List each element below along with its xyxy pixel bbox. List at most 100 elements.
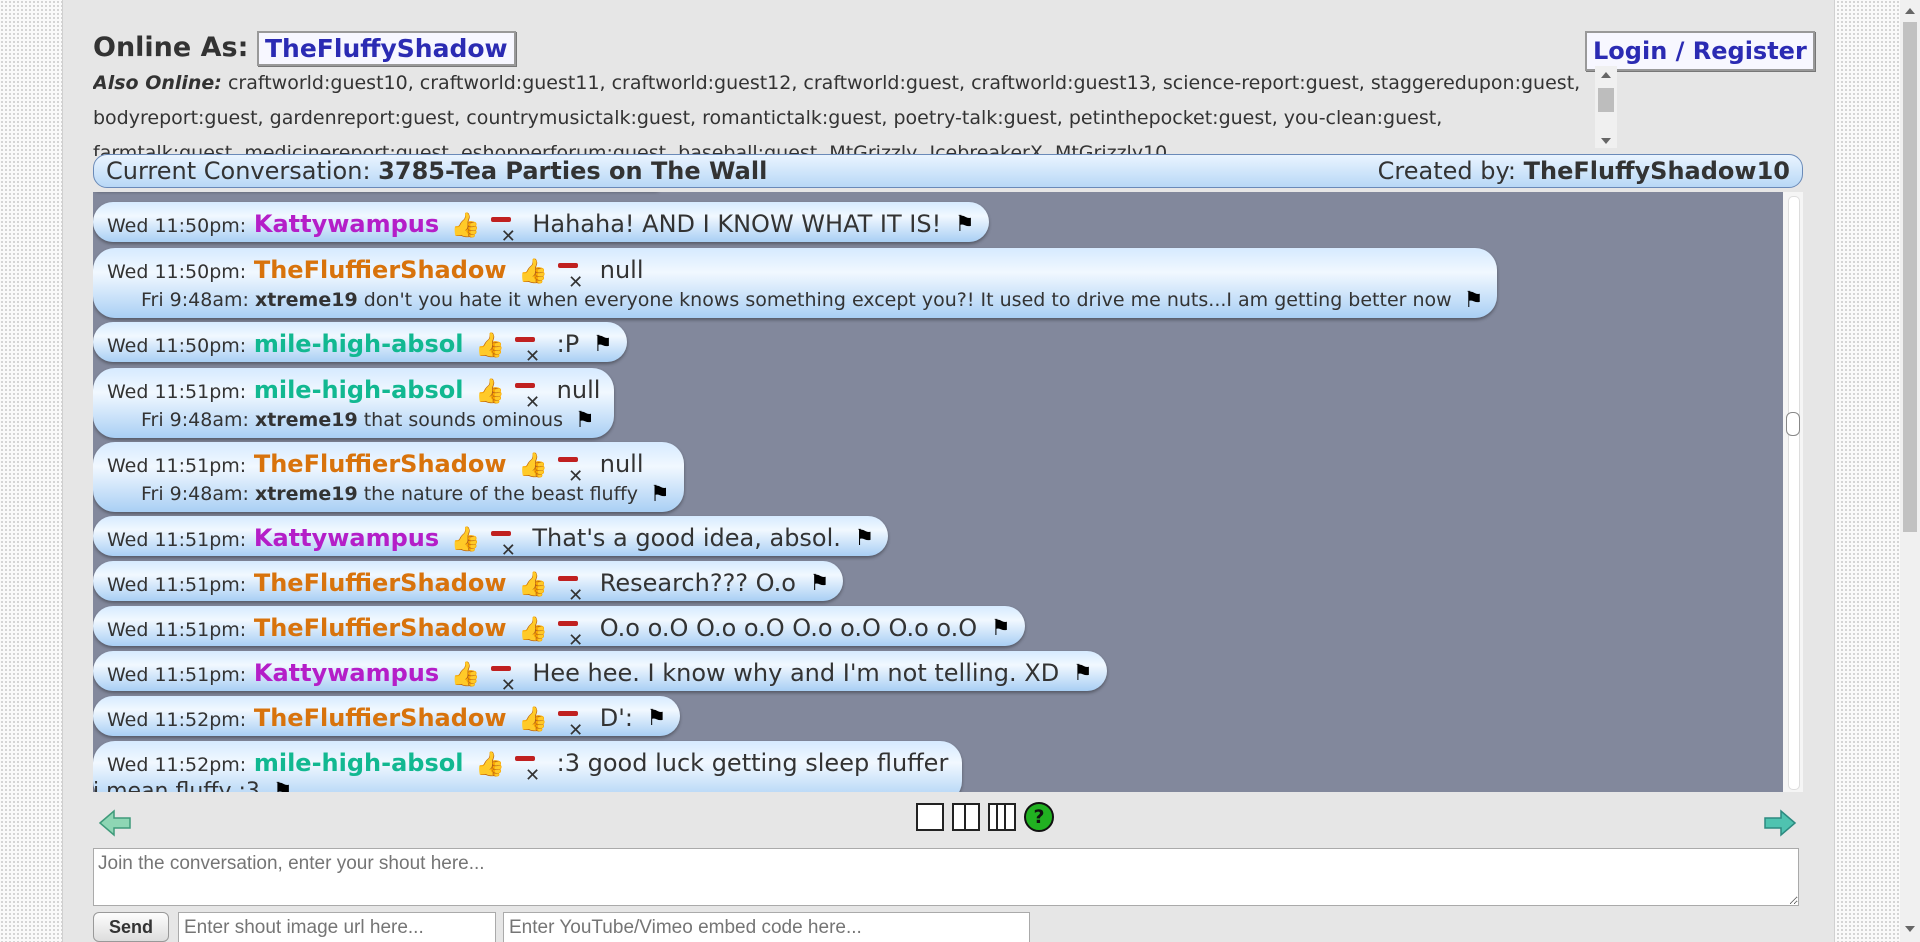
previous-arrow-icon[interactable] <box>98 808 132 838</box>
created-by-label: Created by: <box>1377 157 1517 185</box>
thumbs-up-icon[interactable]: 👍 <box>451 203 481 247</box>
scroll-thumb[interactable] <box>1598 88 1614 112</box>
pin-icon[interactable] <box>489 213 521 259</box>
message-text: Research??? O.o <box>599 569 796 597</box>
page-scroll-up-icon[interactable] <box>1905 8 1915 14</box>
reply-text: the nature of the beast fluffy <box>363 483 638 505</box>
message-time: Wed 11:51pm: <box>107 619 247 641</box>
message: Wed 11:51pm: Kattywampus 👍 Hee hee. I kn… <box>93 651 1107 708</box>
conversation-creator-group: Created by: TheFluffyShadow10 <box>1378 157 1790 185</box>
also-online-users: craftworld:guest10, craftworld:guest11, … <box>93 72 1581 156</box>
thumbs-up-icon[interactable]: 👍 <box>518 443 548 487</box>
pin-icon[interactable] <box>556 572 588 618</box>
message-time: Wed 11:51pm: <box>107 664 247 686</box>
message-time: Wed 11:50pm: <box>107 261 247 283</box>
pin-icon[interactable] <box>513 752 545 792</box>
thumbs-up-icon[interactable]: 👍 <box>518 562 548 606</box>
layout-toolbar: ? <box>916 802 1054 832</box>
flag-icon[interactable]: ⚑ <box>955 203 975 247</box>
pin-icon[interactable] <box>556 707 588 753</box>
online-user-button[interactable]: TheFluffyShadow <box>257 31 516 66</box>
message: Wed 11:50pm: TheFluffierShadow 👍 null Fr… <box>93 248 1498 318</box>
video-embed-input[interactable] <box>503 912 1030 942</box>
page-scroll-thumb[interactable] <box>1903 22 1917 532</box>
thumbs-up-icon[interactable]: 👍 <box>451 652 481 696</box>
thumbs-up-icon[interactable]: 👍 <box>475 742 505 786</box>
thumbs-up-icon[interactable]: 👍 <box>451 517 481 561</box>
message-user[interactable]: Kattywampus <box>254 524 439 552</box>
message-text: null <box>556 376 601 404</box>
thumbs-up-icon[interactable]: 👍 <box>518 607 548 651</box>
message-text: :P <box>556 330 580 358</box>
message-time: Wed 11:51pm: <box>107 381 247 403</box>
send-button[interactable]: Send <box>93 912 169 942</box>
message: Wed 11:52pm: TheFluffierShadow 👍 D': ⚑ <box>93 696 681 753</box>
scroll-down-arrow-icon[interactable] <box>1601 138 1611 144</box>
message-user[interactable]: TheFluffierShadow <box>254 614 507 642</box>
page-scroll-down-icon[interactable] <box>1905 926 1915 932</box>
flag-icon[interactable]: ⚑ <box>991 607 1011 651</box>
page-scrollbar[interactable] <box>1900 0 1920 942</box>
message-continuation: i mean fluffy :3 <box>93 779 260 793</box>
pin-icon[interactable] <box>489 662 521 708</box>
message: Wed 11:51pm: Kattywampus 👍 That's a good… <box>93 516 889 573</box>
message-user[interactable]: mile-high-absol <box>254 749 464 777</box>
pin-icon[interactable] <box>513 379 545 425</box>
also-online-scrollbar[interactable] <box>1595 66 1617 148</box>
flag-icon[interactable]: ⚑ <box>273 781 293 793</box>
message-reply: Fri 9:48am: xtreme19 the nature of the b… <box>107 482 670 512</box>
pin-icon[interactable] <box>513 333 545 379</box>
message-time: Wed 11:51pm: <box>107 529 247 551</box>
reply-user[interactable]: xtreme19 <box>255 409 358 431</box>
message-user[interactable]: TheFluffierShadow <box>254 704 507 732</box>
reply-time: Fri 9:48am: <box>141 483 249 505</box>
message-user[interactable]: TheFluffierShadow <box>254 569 507 597</box>
reply-user[interactable]: xtreme19 <box>255 289 358 311</box>
shout-image-url-input[interactable] <box>178 912 496 942</box>
message-user[interactable]: Kattywampus <box>254 210 439 238</box>
scroll-up-arrow-icon[interactable] <box>1601 72 1611 78</box>
conversation-creator: TheFluffyShadow10 <box>1523 157 1790 185</box>
pin-icon[interactable] <box>556 617 588 663</box>
thumbs-up-icon[interactable]: 👍 <box>518 697 548 741</box>
flag-icon[interactable]: ⚑ <box>593 323 613 367</box>
flag-icon[interactable]: ⚑ <box>1464 288 1484 313</box>
thumbs-up-icon[interactable]: 👍 <box>475 369 505 413</box>
pin-icon[interactable] <box>489 527 521 573</box>
reply-time: Fri 9:48am: <box>141 409 249 431</box>
shout-input[interactable] <box>93 848 1799 906</box>
message: Wed 11:51pm: TheFluffierShadow 👍 null Fr… <box>93 442 684 512</box>
message-user[interactable]: mile-high-absol <box>254 376 464 404</box>
help-icon[interactable]: ? <box>1024 802 1054 832</box>
flag-icon[interactable]: ⚑ <box>810 562 830 606</box>
conversation-label: Current Conversation: <box>106 157 371 185</box>
reply-user[interactable]: xtreme19 <box>255 483 358 505</box>
flag-icon[interactable]: ⚑ <box>575 408 595 433</box>
message-user[interactable]: mile-high-absol <box>254 330 464 358</box>
pin-icon[interactable] <box>556 453 588 499</box>
two-column-layout-icon[interactable] <box>952 803 980 831</box>
message-text: Hahaha! AND I KNOW WHAT IT IS! <box>532 210 942 238</box>
flag-icon[interactable]: ⚑ <box>855 517 875 561</box>
flag-icon[interactable]: ⚑ <box>647 697 667 741</box>
also-online-list: Also Online: craftworld:guest10, craftwo… <box>93 66 1583 156</box>
message-user[interactable]: TheFluffierShadow <box>254 256 507 284</box>
flag-icon[interactable]: ⚑ <box>1073 652 1093 696</box>
single-column-layout-icon[interactable] <box>916 803 944 831</box>
next-arrow-icon[interactable] <box>1763 808 1797 838</box>
thumbs-up-icon[interactable]: 👍 <box>475 323 505 367</box>
login-register-button[interactable]: Login / Register <box>1585 31 1815 71</box>
chat-scrollbar[interactable] <box>1783 192 1803 792</box>
message: Wed 11:50pm: mile-high-absol 👍 :P ⚑ <box>93 322 627 379</box>
chat-scroll-track[interactable] <box>1788 196 1800 790</box>
message-user[interactable]: Kattywampus <box>254 659 439 687</box>
message-time: Wed 11:51pm: <box>107 574 247 596</box>
flag-icon[interactable]: ⚑ <box>650 482 670 507</box>
message-text: :3 good luck getting sleep fluffer <box>556 749 949 777</box>
message-user[interactable]: TheFluffierShadow <box>254 450 507 478</box>
thumbs-up-icon[interactable]: 👍 <box>518 249 548 293</box>
three-column-layout-icon[interactable] <box>988 803 1016 831</box>
chat-area: Wed 11:50pm: Kattywampus 👍 Hahaha! AND I… <box>93 192 1783 792</box>
pin-icon[interactable] <box>556 259 588 305</box>
chat-scroll-thumb[interactable] <box>1786 412 1800 436</box>
